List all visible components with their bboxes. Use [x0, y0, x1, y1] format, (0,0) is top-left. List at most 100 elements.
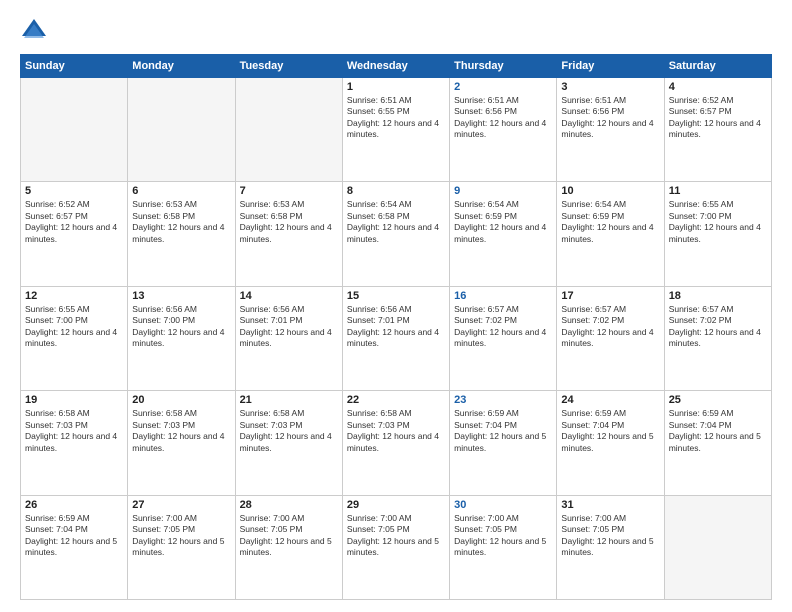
weekday-header-saturday: Saturday: [664, 55, 771, 78]
day-number: 8: [347, 185, 445, 197]
weekday-header-wednesday: Wednesday: [342, 55, 449, 78]
calendar-cell: 10 Sunrise: 6:54 AMSunset: 6:59 PMDayligh…: [557, 182, 664, 286]
cell-info: Sunrise: 6:58 AMSunset: 7:03 PMDaylight:…: [25, 408, 123, 454]
calendar-cell: 2Sunrise: 6:51 AMSunset: 6:56 PMDaylight…: [450, 78, 557, 182]
cell-info: Sunrise: 6:53 AMSunset: 6:58 PMDaylight:…: [240, 199, 338, 245]
calendar-cell: 16 Sunrise: 6:57 AMSunset: 7:02 PMDayligh…: [450, 286, 557, 390]
cell-info: Sunrise: 6:55 AMSunset: 7:00 PMDaylight:…: [669, 199, 767, 245]
calendar-cell: 3 Sunrise: 6:51 AMSunset: 6:56 PMDaylight…: [557, 78, 664, 182]
day-number: 30: [454, 499, 552, 511]
day-number: 23: [454, 394, 552, 406]
day-number: 11: [669, 185, 767, 197]
weekday-header-thursday: Thursday: [450, 55, 557, 78]
logo-icon: [20, 16, 48, 44]
cell-info: Sunrise: 7:00 AMSunset: 7:05 PMDaylight:…: [454, 513, 552, 559]
day-number: 22: [347, 394, 445, 406]
cell-info: Sunrise: 6:53 AMSunset: 6:58 PMDaylight:…: [132, 199, 230, 245]
day-number: 9: [454, 185, 552, 197]
cell-info: Sunrise: 6:59 AMSunset: 7:04 PMDaylight:…: [561, 408, 659, 454]
calendar-cell: 30 Sunrise: 7:00 AMSunset: 7:05 PMDayligh…: [450, 495, 557, 599]
cell-info: Sunrise: 6:52 AMSunset: 6:57 PMDaylight:…: [669, 95, 767, 141]
calendar-cell: 21Sunrise: 6:58 AMSunset: 7:03 PMDayligh…: [235, 391, 342, 495]
day-number: 12: [25, 290, 123, 302]
cell-info: Sunrise: 6:56 AMSunset: 7:00 PMDaylight:…: [132, 304, 230, 350]
weekday-header-monday: Monday: [128, 55, 235, 78]
header: [20, 16, 772, 44]
calendar-cell: 17 Sunrise: 6:57 AMSunset: 7:02 PMDayligh…: [557, 286, 664, 390]
day-number: 6: [132, 185, 230, 197]
calendar-cell: 22Sunrise: 6:58 AMSunset: 7:03 PMDayligh…: [342, 391, 449, 495]
week-row-0: 1 Sunrise: 6:51 AMSunset: 6:55 PMDaylight…: [21, 78, 772, 182]
day-number: 27: [132, 499, 230, 511]
cell-info: Sunrise: 6:56 AMSunset: 7:01 PMDaylight:…: [347, 304, 445, 350]
calendar-cell: 8 Sunrise: 6:54 AMSunset: 6:58 PMDaylight…: [342, 182, 449, 286]
day-number: 17: [561, 290, 659, 302]
weekday-header-row: SundayMondayTuesdayWednesdayThursdayFrid…: [21, 55, 772, 78]
calendar-cell: 25Sunrise: 6:59 AMSunset: 7:04 PMDayligh…: [664, 391, 771, 495]
day-number: 16: [454, 290, 552, 302]
day-number: 4: [669, 81, 767, 93]
week-row-1: 5 Sunrise: 6:52 AMSunset: 6:57 PMDaylight…: [21, 182, 772, 286]
calendar-cell: 28 Sunrise: 7:00 AMSunset: 7:05 PMDayligh…: [235, 495, 342, 599]
week-row-3: 19 Sunrise: 6:58 AMSunset: 7:03 PMDayligh…: [21, 391, 772, 495]
day-number: 2: [454, 81, 552, 93]
day-number: 28: [240, 499, 338, 511]
cell-info: Sunrise: 6:59 AMSunset: 7:04 PMDaylight:…: [454, 408, 552, 454]
weekday-header-friday: Friday: [557, 55, 664, 78]
week-row-2: 12 Sunrise: 6:55 AMSunset: 7:00 PMDayligh…: [21, 286, 772, 390]
calendar-cell: 26Sunrise: 6:59 AMSunset: 7:04 PMDayligh…: [21, 495, 128, 599]
day-number: 5: [25, 185, 123, 197]
day-number: 26: [25, 499, 123, 511]
day-number: 19: [25, 394, 123, 406]
cell-info: Sunrise: 6:58 AMSunset: 7:03 PMDaylight:…: [132, 408, 230, 454]
cell-info: Sunrise: 7:00 AMSunset: 7:05 PMDaylight:…: [347, 513, 445, 559]
day-number: 25: [669, 394, 767, 406]
calendar-cell: 27 Sunrise: 7:00 AMSunset: 7:05 PMDayligh…: [128, 495, 235, 599]
weekday-header-sunday: Sunday: [21, 55, 128, 78]
cell-info: Sunrise: 6:52 AMSunset: 6:57 PMDaylight:…: [25, 199, 123, 245]
page: SundayMondayTuesdayWednesdayThursdayFrid…: [0, 0, 792, 612]
cell-info: Sunrise: 6:54 AMSunset: 6:59 PMDaylight:…: [454, 199, 552, 245]
day-number: 14: [240, 290, 338, 302]
calendar-cell: 12 Sunrise: 6:55 AMSunset: 7:00 PMDayligh…: [21, 286, 128, 390]
weekday-header-tuesday: Tuesday: [235, 55, 342, 78]
calendar-cell: 13 Sunrise: 6:56 AMSunset: 7:00 PMDayligh…: [128, 286, 235, 390]
week-row-4: 26Sunrise: 6:59 AMSunset: 7:04 PMDayligh…: [21, 495, 772, 599]
cell-info: Sunrise: 6:56 AMSunset: 7:01 PMDaylight:…: [240, 304, 338, 350]
cell-info: Sunrise: 7:00 AMSunset: 7:05 PMDaylight:…: [561, 513, 659, 559]
calendar-cell: [235, 78, 342, 182]
calendar-cell: 1 Sunrise: 6:51 AMSunset: 6:55 PMDaylight…: [342, 78, 449, 182]
cell-info: Sunrise: 6:57 AMSunset: 7:02 PMDaylight:…: [454, 304, 552, 350]
cell-info: Sunrise: 6:54 AMSunset: 6:58 PMDaylight:…: [347, 199, 445, 245]
calendar-cell: 14 Sunrise: 6:56 AMSunset: 7:01 PMDayligh…: [235, 286, 342, 390]
day-number: 21: [240, 394, 338, 406]
day-number: 15: [347, 290, 445, 302]
cell-info: Sunrise: 6:55 AMSunset: 7:00 PMDaylight:…: [25, 304, 123, 350]
cell-info: Sunrise: 6:51 AMSunset: 6:55 PMDaylight:…: [347, 95, 445, 141]
day-number: 3: [561, 81, 659, 93]
calendar-cell: [128, 78, 235, 182]
calendar-cell: 29 Sunrise: 7:00 AMSunset: 7:05 PMDayligh…: [342, 495, 449, 599]
calendar-cell: 9 Sunrise: 6:54 AMSunset: 6:59 PMDaylight…: [450, 182, 557, 286]
calendar-cell: 31Sunrise: 7:00 AMSunset: 7:05 PMDayligh…: [557, 495, 664, 599]
calendar-cell: 24 Sunrise: 6:59 AMSunset: 7:04 PMDayligh…: [557, 391, 664, 495]
cell-info: Sunrise: 6:51 AMSunset: 6:56 PMDaylight:…: [561, 95, 659, 141]
day-number: 24: [561, 394, 659, 406]
day-number: 10: [561, 185, 659, 197]
day-number: 13: [132, 290, 230, 302]
day-number: 20: [132, 394, 230, 406]
day-number: 7: [240, 185, 338, 197]
calendar-cell: 20 Sunrise: 6:58 AMSunset: 7:03 PMDayligh…: [128, 391, 235, 495]
cell-info: Sunrise: 6:57 AMSunset: 7:02 PMDaylight:…: [561, 304, 659, 350]
calendar-cell: 6 Sunrise: 6:53 AMSunset: 6:58 PMDaylight…: [128, 182, 235, 286]
day-number: 29: [347, 499, 445, 511]
calendar-cell: 11 Sunrise: 6:55 AMSunset: 7:00 PMDayligh…: [664, 182, 771, 286]
calendar-cell: 7 Sunrise: 6:53 AMSunset: 6:58 PMDaylight…: [235, 182, 342, 286]
cell-info: Sunrise: 7:00 AMSunset: 7:05 PMDaylight:…: [240, 513, 338, 559]
logo: [20, 16, 52, 44]
calendar-cell: 4 Sunrise: 6:52 AMSunset: 6:57 PMDaylight…: [664, 78, 771, 182]
cell-info: Sunrise: 7:00 AMSunset: 7:05 PMDaylight:…: [132, 513, 230, 559]
calendar-cell: 5 Sunrise: 6:52 AMSunset: 6:57 PMDaylight…: [21, 182, 128, 286]
day-number: 1: [347, 81, 445, 93]
cell-info: Sunrise: 6:54 AMSunset: 6:59 PMDaylight:…: [561, 199, 659, 245]
